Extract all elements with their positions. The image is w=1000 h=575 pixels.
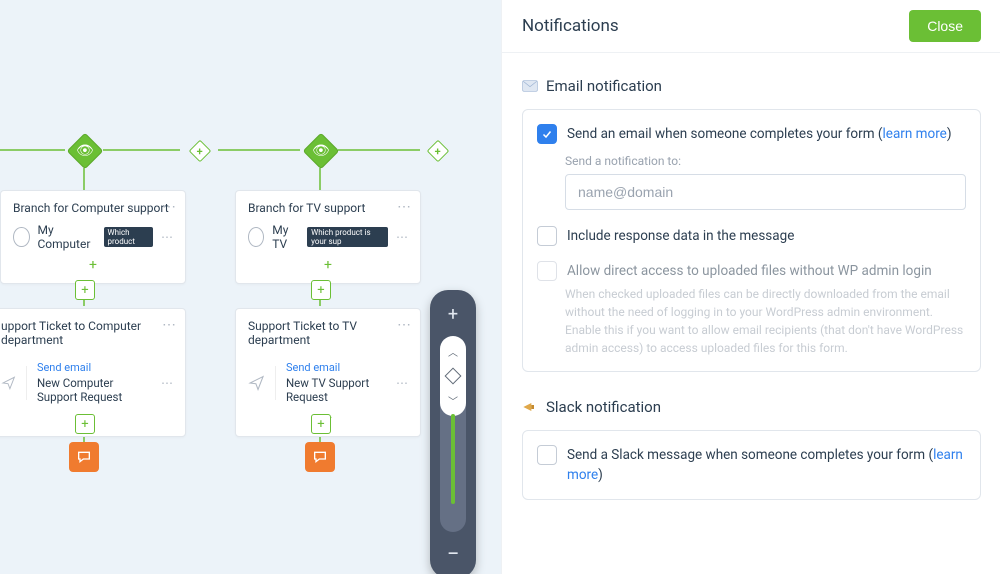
learn-more-link[interactable]: learn more	[883, 126, 947, 142]
send-email-label: Send an email when someone completes you…	[567, 124, 952, 144]
add-node-diamond-1[interactable]: +	[189, 140, 212, 163]
add-inside-icon[interactable]: +	[13, 257, 173, 273]
check-icon	[541, 128, 553, 140]
add-node-below-1[interactable]: +	[75, 280, 95, 300]
slack-settings-box: Send a Slack message when someone comple…	[522, 430, 981, 501]
megaphone-icon	[522, 400, 538, 414]
chat-icon	[76, 449, 92, 465]
send-email-label: Send email	[37, 361, 151, 374]
port-icon	[13, 227, 30, 247]
email-icon	[522, 79, 538, 93]
add-node-below-4[interactable]: +	[311, 414, 331, 434]
chevron-up-icon: ︿	[448, 344, 458, 359]
zoom-track[interactable]: ︿ ﹀	[440, 336, 466, 532]
add-inside-icon[interactable]: +	[248, 257, 408, 273]
handle-grip-icon	[445, 368, 462, 385]
row-menu-icon[interactable]: ⋯	[396, 230, 408, 244]
email-subject: New TV Support Request	[286, 376, 386, 404]
paper-plane-icon	[1, 372, 16, 394]
send-email-checkbox[interactable]	[537, 124, 557, 144]
send-email-label: Send email	[286, 361, 386, 374]
include-response-label: Include response data in the message	[567, 226, 794, 246]
row-menu-icon[interactable]: ⋯	[161, 376, 173, 390]
port-icon	[248, 227, 264, 247]
add-node-below-2[interactable]: +	[311, 280, 331, 300]
add-node-diamond-2[interactable]: +	[427, 140, 450, 163]
zoom-in-button[interactable]: +	[430, 298, 476, 330]
row-menu-icon[interactable]: ⋯	[161, 230, 173, 244]
chevron-down-icon: ﹀	[448, 393, 458, 408]
direct-access-checkbox[interactable]	[537, 261, 557, 281]
zoom-out-button[interactable]: −	[430, 538, 476, 570]
chat-icon	[312, 449, 328, 465]
branch-item-label: My TV	[272, 223, 299, 251]
branch-card-tv[interactable]: ⋯ Branch for TV support My TV Which prod…	[235, 190, 421, 284]
condition-chip: Which product is your sup	[307, 227, 388, 247]
branch-card-computer[interactable]: ⋯ Branch for Computer support My Compute…	[0, 190, 186, 284]
end-node-chat-1[interactable]	[69, 442, 99, 472]
email-settings-box: Send an email when someone completes you…	[522, 109, 981, 372]
email-section-title: Email notification	[522, 77, 981, 95]
add-node-below-3[interactable]: +	[75, 414, 95, 434]
card-menu-icon[interactable]: ⋯	[162, 317, 177, 333]
send-to-label: Send a notification to:	[565, 154, 966, 168]
direct-access-note: When checked uploaded files can be direc…	[565, 285, 966, 357]
card-menu-icon[interactable]: ⋯	[397, 317, 412, 333]
paper-plane-icon	[248, 372, 265, 394]
end-node-chat-2[interactable]	[305, 442, 335, 472]
branch-title: Branch for TV support	[248, 201, 408, 215]
panel-header: Notifications Close	[502, 0, 1000, 53]
ticket-title: Support Ticket to TV department	[248, 319, 408, 347]
condition-node-2[interactable]: 👁	[303, 133, 340, 170]
eye-icon: 👁	[76, 144, 94, 158]
card-menu-icon[interactable]: ⋯	[397, 199, 412, 215]
notification-email-input[interactable]	[565, 174, 966, 210]
send-slack-checkbox[interactable]	[537, 445, 557, 465]
row-menu-icon[interactable]: ⋯	[396, 376, 408, 390]
include-response-checkbox[interactable]	[537, 226, 557, 246]
email-subject: New Computer Support Request	[37, 376, 151, 404]
workflow-canvas[interactable]: 👁 + 👁 + ⋯ Branch for Computer support My…	[0, 0, 501, 574]
zoom-handle[interactable]: ︿ ﹀	[440, 336, 466, 416]
notifications-panel: Notifications Close Email notification S…	[501, 0, 1000, 574]
card-menu-icon[interactable]: ⋯	[162, 199, 177, 215]
slack-section-title: Slack notification	[522, 398, 981, 416]
branch-item-label: My Computer	[38, 223, 96, 251]
zoom-level-indicator	[451, 414, 455, 504]
branch-title: Branch for Computer support	[13, 201, 173, 215]
condition-node-1[interactable]: 👁	[67, 133, 104, 170]
zoom-control[interactable]: + ︿ ﹀ −	[430, 290, 476, 574]
eye-icon: 👁	[312, 144, 330, 158]
close-button[interactable]: Close	[909, 10, 981, 42]
ticket-title: upport Ticket to Computer department	[1, 319, 173, 347]
direct-access-label: Allow direct access to uploaded files wi…	[567, 261, 932, 281]
condition-chip: Which product	[104, 227, 153, 247]
send-slack-label: Send a Slack message when someone comple…	[567, 445, 966, 486]
panel-title: Notifications	[522, 16, 619, 36]
